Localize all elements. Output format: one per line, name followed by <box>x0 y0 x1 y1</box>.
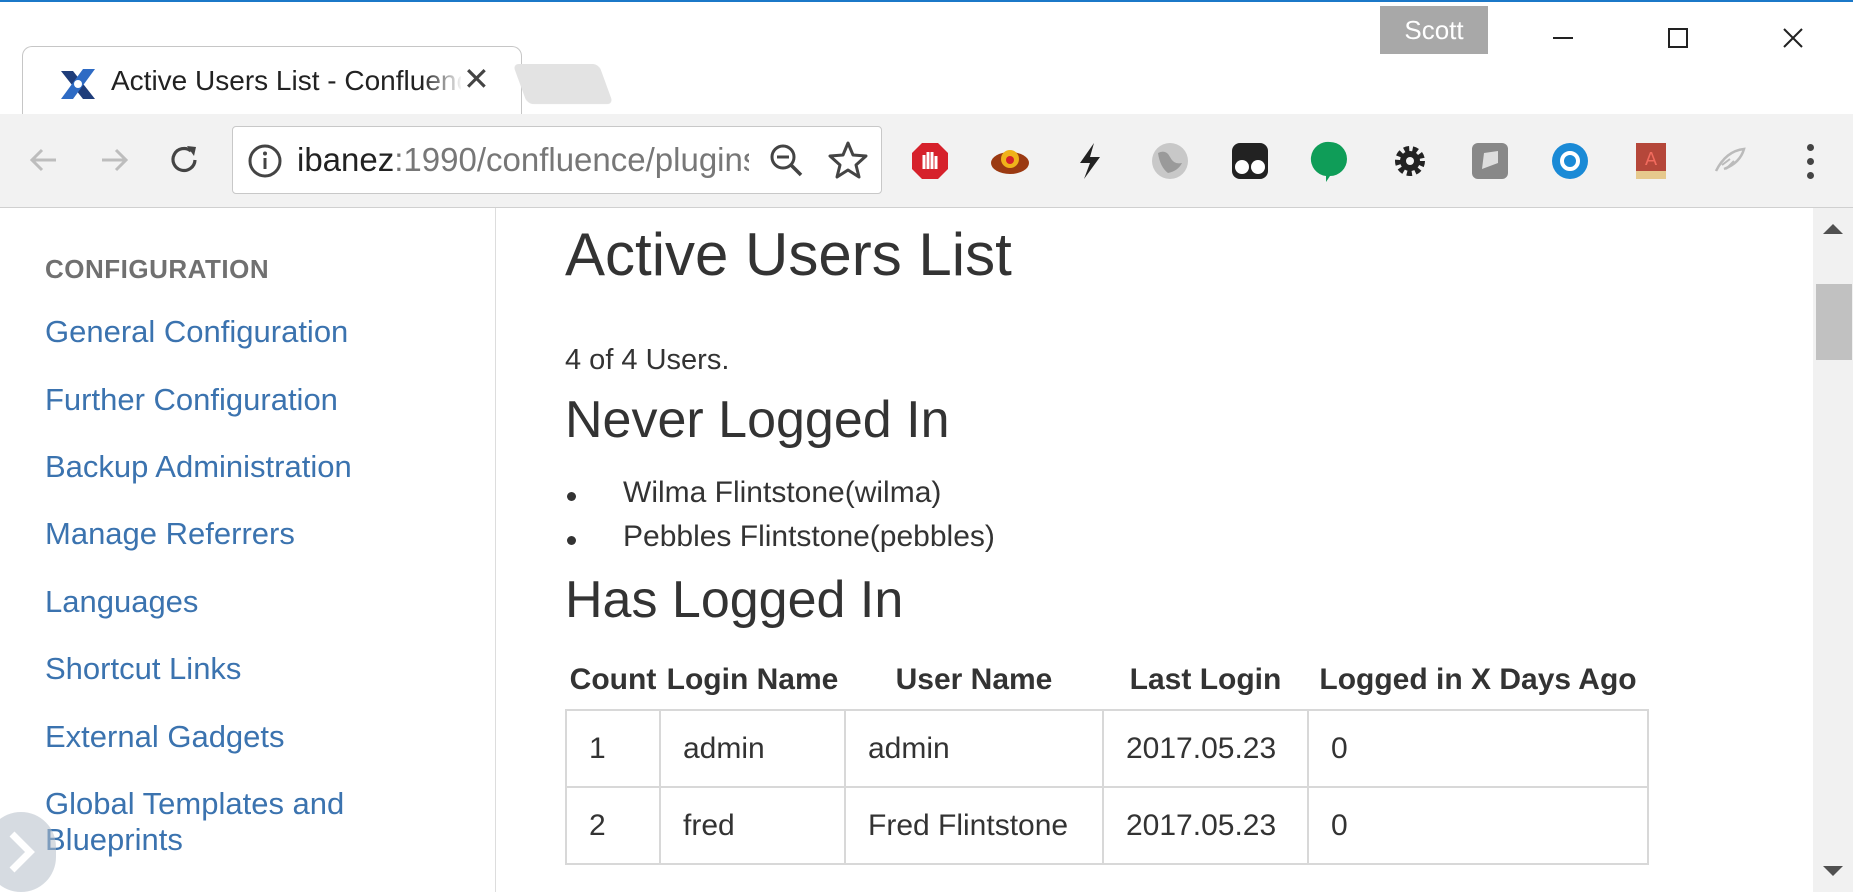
main-content: Active Users List 4 of 4 Users. Never Lo… <box>497 208 1813 892</box>
back-button[interactable] <box>20 136 68 184</box>
minimize-button[interactable] <box>1513 12 1613 64</box>
table-row: 2 fred Fred Flintstone 2017.05.23 0 <box>565 786 1649 865</box>
table-cell: fred <box>659 786 846 865</box>
feather-icon[interactable] <box>1709 140 1751 182</box>
maximize-icon <box>1668 28 1688 48</box>
sidebar-item-general-configuration[interactable]: General Configuration <box>45 314 465 350</box>
svg-text:A: A <box>1645 149 1658 170</box>
url-text[interactable]: ibanez:1990/confluence/plugins/servlet/a… <box>297 141 749 179</box>
table-cell: admin <box>659 709 846 788</box>
profile-badge[interactable]: Scott <box>1380 6 1488 54</box>
sidebar-item-languages[interactable]: Languages <box>45 584 465 620</box>
never-logged-in-list: Wilma Flintstone(wilma) Pebbles Flintsto… <box>565 476 995 564</box>
table-cell: 0 <box>1307 709 1649 788</box>
scroll-up-arrow-icon[interactable] <box>1823 224 1843 234</box>
url-host: ibanez <box>297 141 395 178</box>
logged-in-users-table: Count Login Name User Name Last Login Lo… <box>565 656 1649 865</box>
sidebar-collapse-button[interactable] <box>0 812 56 892</box>
new-tab-button[interactable] <box>512 64 614 104</box>
zoom-out-icon[interactable] <box>767 141 807 181</box>
adblock-icon[interactable] <box>909 140 951 182</box>
column-header: Count <box>569 663 657 696</box>
arrow-left-icon <box>29 148 56 172</box>
maximize-button[interactable] <box>1628 12 1728 64</box>
window-close-button[interactable] <box>1743 12 1843 64</box>
chevron-right-icon <box>9 831 35 873</box>
tab-active[interactable]: Active Users List - Confluence ✕ <box>22 46 522 117</box>
lightning-icon[interactable] <box>1069 140 1111 182</box>
close-icon[interactable]: ✕ <box>463 61 490 97</box>
menu-dot <box>1806 157 1814 165</box>
scroll-down-arrow-icon[interactable] <box>1823 866 1843 876</box>
table-row: 1 admin admin 2017.05.23 0 <box>565 709 1649 788</box>
arrow-right-icon <box>102 148 129 172</box>
has-logged-in-heading: Has Logged In <box>565 571 904 629</box>
minimize-icon <box>1553 37 1573 39</box>
tab-title: Active Users List - Confluence <box>111 65 461 96</box>
never-logged-in-heading: Never Logged In <box>565 391 950 449</box>
column-header: Last Login <box>1129 663 1282 696</box>
table-header-row: Count Login Name User Name Last Login Lo… <box>566 656 1648 710</box>
table-cell: 2 <box>565 786 661 865</box>
page-viewport: CONFIGURATION General Configuration Furt… <box>0 208 1853 892</box>
close-icon <box>1783 28 1803 48</box>
page-title: Active Users List <box>565 221 1012 288</box>
sidebar-item-shortcut-links[interactable]: Shortcut Links <box>45 651 465 687</box>
table-cell: 1 <box>565 709 661 788</box>
list-item: Pebbles Flintstone(pebbles) <box>565 520 995 564</box>
admin-sidebar: CONFIGURATION General Configuration Furt… <box>0 208 496 892</box>
fire-bubble-icon[interactable] <box>989 140 1031 182</box>
menu-dot <box>1806 171 1814 179</box>
sidebar-item-further-configuration[interactable]: Further Configuration <box>45 382 465 418</box>
bookmark-star-icon[interactable] <box>827 139 869 181</box>
sidebar-item-global-templates[interactable]: Global Templates and Blueprints <box>45 786 465 858</box>
table-cell: 0 <box>1307 786 1649 865</box>
vertical-scrollbar[interactable] <box>1813 208 1853 892</box>
sidebar-item-backup-administration[interactable]: Backup Administration <box>45 449 465 485</box>
browser-menu-button[interactable] <box>1795 140 1825 182</box>
sidebar-heading: CONFIGURATION <box>45 254 270 284</box>
column-header: Login Name <box>666 663 839 696</box>
url-path: :1990/confluence/plugins/servlet/activeu… <box>394 141 749 178</box>
menu-dot <box>1806 143 1814 151</box>
sidebar-item-external-gadgets[interactable]: External Gadgets <box>45 719 465 755</box>
globe-icon[interactable] <box>1149 140 1191 182</box>
book-icon[interactable]: A <box>1629 140 1671 182</box>
tab-title-fade <box>423 63 463 103</box>
list-item: Wilma Flintstone(wilma) <box>565 476 995 520</box>
browser-titlebar: Active Users List - Confluence ✕ Scott <box>0 0 1853 117</box>
user-count-text: 4 of 4 Users. <box>565 344 730 376</box>
column-header: Logged in X Days Ago <box>1319 663 1637 696</box>
table-cell: 2017.05.23 <box>1102 786 1309 865</box>
reload-icon <box>171 146 197 173</box>
forward-button[interactable] <box>90 136 138 184</box>
shield-icon[interactable] <box>1469 140 1511 182</box>
tampermonkey-icon[interactable] <box>1229 140 1271 182</box>
confluence-logo-icon <box>61 69 95 99</box>
column-header: User Name <box>895 663 1053 696</box>
reload-button[interactable] <box>160 136 208 184</box>
table-cell: Fred Flintstone <box>844 786 1104 865</box>
gear-icon[interactable] <box>1389 140 1431 182</box>
table-cell: admin <box>844 709 1104 788</box>
hangouts-icon[interactable] <box>1309 140 1351 182</box>
ring-icon[interactable] <box>1549 140 1591 182</box>
browser-toolbar: ibanez:1990/confluence/plugins/servlet/a… <box>0 114 1853 208</box>
address-bar[interactable]: ibanez:1990/confluence/plugins/servlet/a… <box>232 126 882 194</box>
table-cell: 2017.05.23 <box>1102 709 1309 788</box>
scrollbar-thumb[interactable] <box>1816 284 1852 360</box>
info-icon[interactable] <box>247 143 283 179</box>
sidebar-item-manage-referrers[interactable]: Manage Referrers <box>45 516 465 552</box>
